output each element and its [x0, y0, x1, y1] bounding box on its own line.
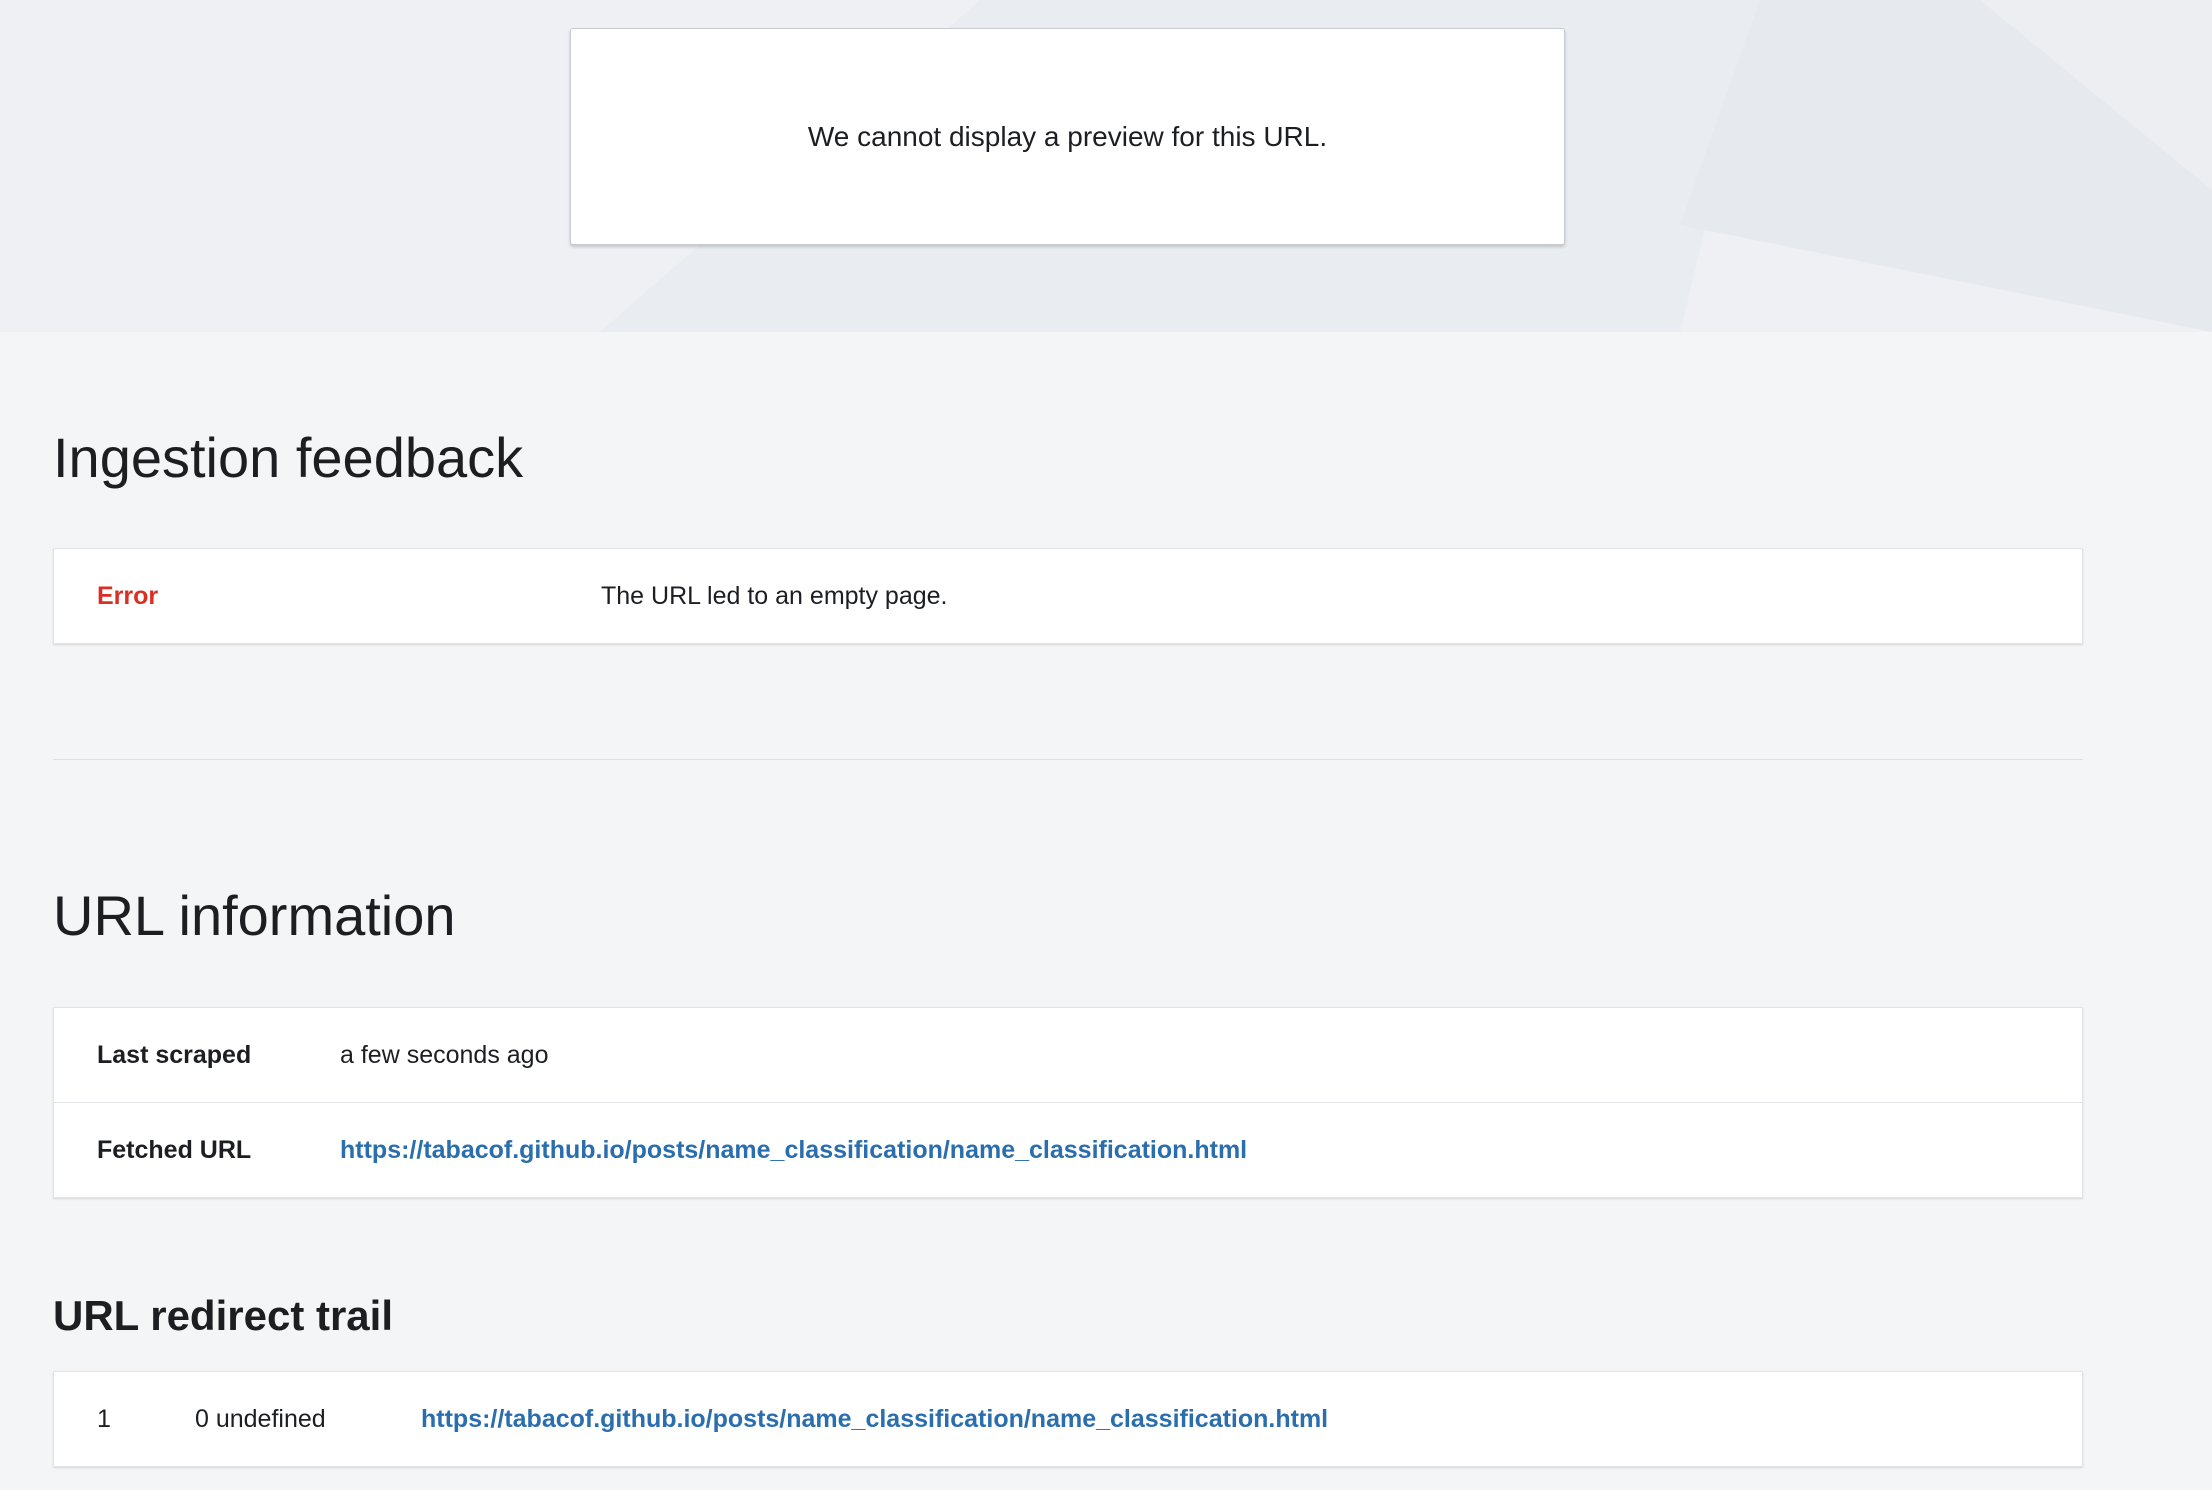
error-message: The URL led to an empty page.	[601, 581, 948, 610]
error-label: Error	[97, 581, 159, 610]
url-redirect-trail-title: URL redirect trail	[53, 1292, 393, 1339]
preview-banner: We cannot display a preview for this URL…	[0, 0, 2212, 332]
fetched-url-link[interactable]: https://tabacof.github.io/posts/name_cla…	[340, 1136, 1247, 1165]
table-row: 1 0 undefined https://tabacof.github.io/…	[54, 1372, 2082, 1466]
ingestion-feedback-table: Error The URL led to an empty page.	[53, 548, 2083, 644]
redirect-status: 0 undefined	[195, 1404, 326, 1433]
url-information-title: URL information	[53, 884, 456, 947]
redirect-index: 1	[97, 1404, 111, 1433]
redirect-url-link[interactable]: https://tabacof.github.io/posts/name_cla…	[421, 1405, 1328, 1434]
url-information-table: Last scraped a few seconds ago Fetched U…	[53, 1007, 2083, 1198]
last-scraped-value: a few seconds ago	[340, 1040, 549, 1069]
ingestion-feedback-title: Ingestion feedback	[53, 426, 524, 489]
section-divider	[53, 759, 2083, 760]
url-redirect-trail-table: 1 0 undefined https://tabacof.github.io/…	[53, 1371, 2083, 1467]
table-row: Fetched URL https://tabacof.github.io/po…	[54, 1102, 2082, 1197]
last-scraped-label: Last scraped	[97, 1040, 252, 1069]
table-row: Error The URL led to an empty page.	[54, 549, 2082, 643]
table-row: Last scraped a few seconds ago	[54, 1008, 2082, 1102]
fetched-url-label: Fetched URL	[97, 1135, 252, 1164]
preview-card: We cannot display a preview for this URL…	[570, 28, 1565, 245]
preview-message: We cannot display a preview for this URL…	[807, 120, 1328, 152]
